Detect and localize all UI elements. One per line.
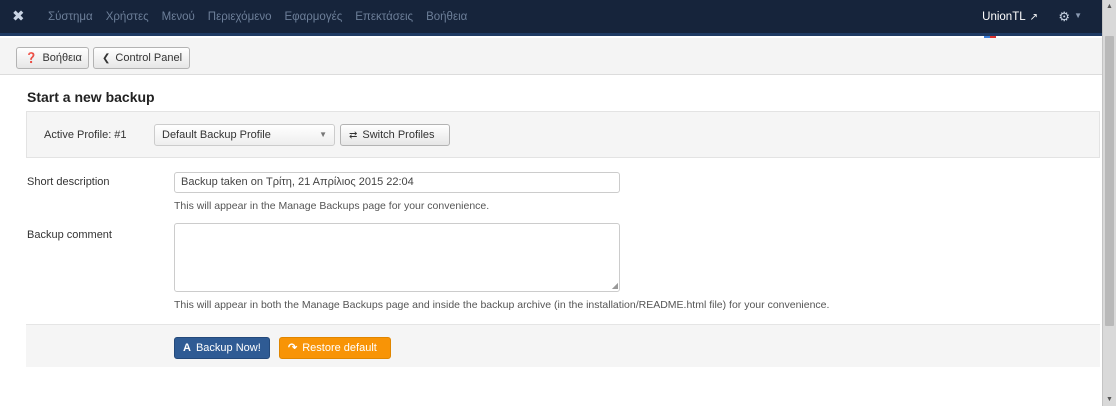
navbar-accent	[984, 30, 998, 39]
help-button-label: Βοήθεια	[42, 52, 82, 64]
menu-item-components[interactable]: Εφαρμογές	[284, 11, 342, 23]
profile-select-value: Default Backup Profile	[162, 129, 271, 141]
joomla-logo-icon[interactable]: ✖	[12, 9, 26, 24]
chevron-down-icon[interactable]: ▼	[1074, 11, 1082, 20]
short-description-help: This will appear in the Manage Backups p…	[174, 200, 490, 212]
scrollbar-thumb[interactable]	[1105, 36, 1114, 326]
vertical-scrollbar[interactable]: ▲ ▼	[1102, 0, 1116, 406]
menu-item-help[interactable]: Βοήθεια	[426, 11, 467, 23]
restore-default-label: Restore default	[302, 342, 377, 354]
gear-icon[interactable]: ⚙	[1058, 9, 1070, 25]
menu-item-extensions[interactable]: Επεκτάσεις	[355, 11, 413, 23]
active-profile-label: Active Profile: #1	[44, 129, 127, 141]
backup-now-button[interactable]: A Backup Now!	[174, 337, 270, 359]
switch-profiles-button[interactable]: ⇄ Switch Profiles	[340, 124, 450, 146]
main-menu: Σύστημα Χρήστες Μενού Περιεχόμενο Εφαρμο…	[48, 11, 467, 23]
short-description-input[interactable]: Backup taken on Τρίτη, 21 Απρίλιος 2015 …	[174, 172, 620, 193]
control-panel-button-label: Control Panel	[115, 52, 183, 64]
profile-panel: Active Profile: #1 Default Backup Profil…	[26, 111, 1100, 158]
external-link-icon: ↗	[1029, 12, 1038, 23]
chevron-left-icon: ❮	[102, 53, 111, 64]
menu-item-content[interactable]: Περιεχόμενο	[208, 11, 272, 23]
backup-icon: A	[183, 342, 191, 354]
top-navbar: ✖ Σύστημα Χρήστες Μενού Περιεχόμενο Εφαρ…	[0, 0, 1102, 39]
menu-item-users[interactable]: Χρήστες	[106, 11, 149, 23]
backup-comment-help: This will appear in both the Manage Back…	[174, 299, 830, 311]
form-actions: A Backup Now! ↷ Restore default	[26, 324, 1100, 367]
scroll-up-icon[interactable]: ▲	[1106, 3, 1113, 10]
chevron-down-icon: ▼	[319, 130, 327, 139]
toolbar: ❓ Βοήθεια ❮ Control Panel	[0, 38, 1102, 75]
backup-comment-label: Backup comment	[27, 229, 112, 241]
short-description-label: Short description	[27, 176, 110, 188]
profile-select[interactable]: Default Backup Profile ▼	[154, 124, 335, 146]
help-circle-icon: ❓	[25, 53, 38, 64]
help-button[interactable]: ❓ Βοήθεια	[16, 47, 89, 69]
restore-icon: ↷	[288, 342, 298, 354]
backup-now-label: Backup Now!	[195, 342, 261, 354]
page-title: Start a new backup	[27, 89, 155, 105]
site-link[interactable]: UnionTL ↗	[982, 11, 1038, 23]
resize-handle-icon[interactable]: ◢	[612, 281, 618, 290]
backup-comment-textarea[interactable]: ◢	[174, 223, 620, 292]
menu-item-system[interactable]: Σύστημα	[48, 11, 93, 23]
restore-default-button[interactable]: ↷ Restore default	[279, 337, 391, 359]
scroll-down-icon[interactable]: ▼	[1106, 396, 1113, 403]
control-panel-button[interactable]: ❮ Control Panel	[93, 47, 190, 69]
switch-icon: ⇄	[349, 130, 358, 141]
switch-profiles-label: Switch Profiles	[362, 129, 435, 141]
site-name: UnionTL	[982, 11, 1026, 23]
menu-item-menus[interactable]: Μενού	[162, 11, 195, 23]
